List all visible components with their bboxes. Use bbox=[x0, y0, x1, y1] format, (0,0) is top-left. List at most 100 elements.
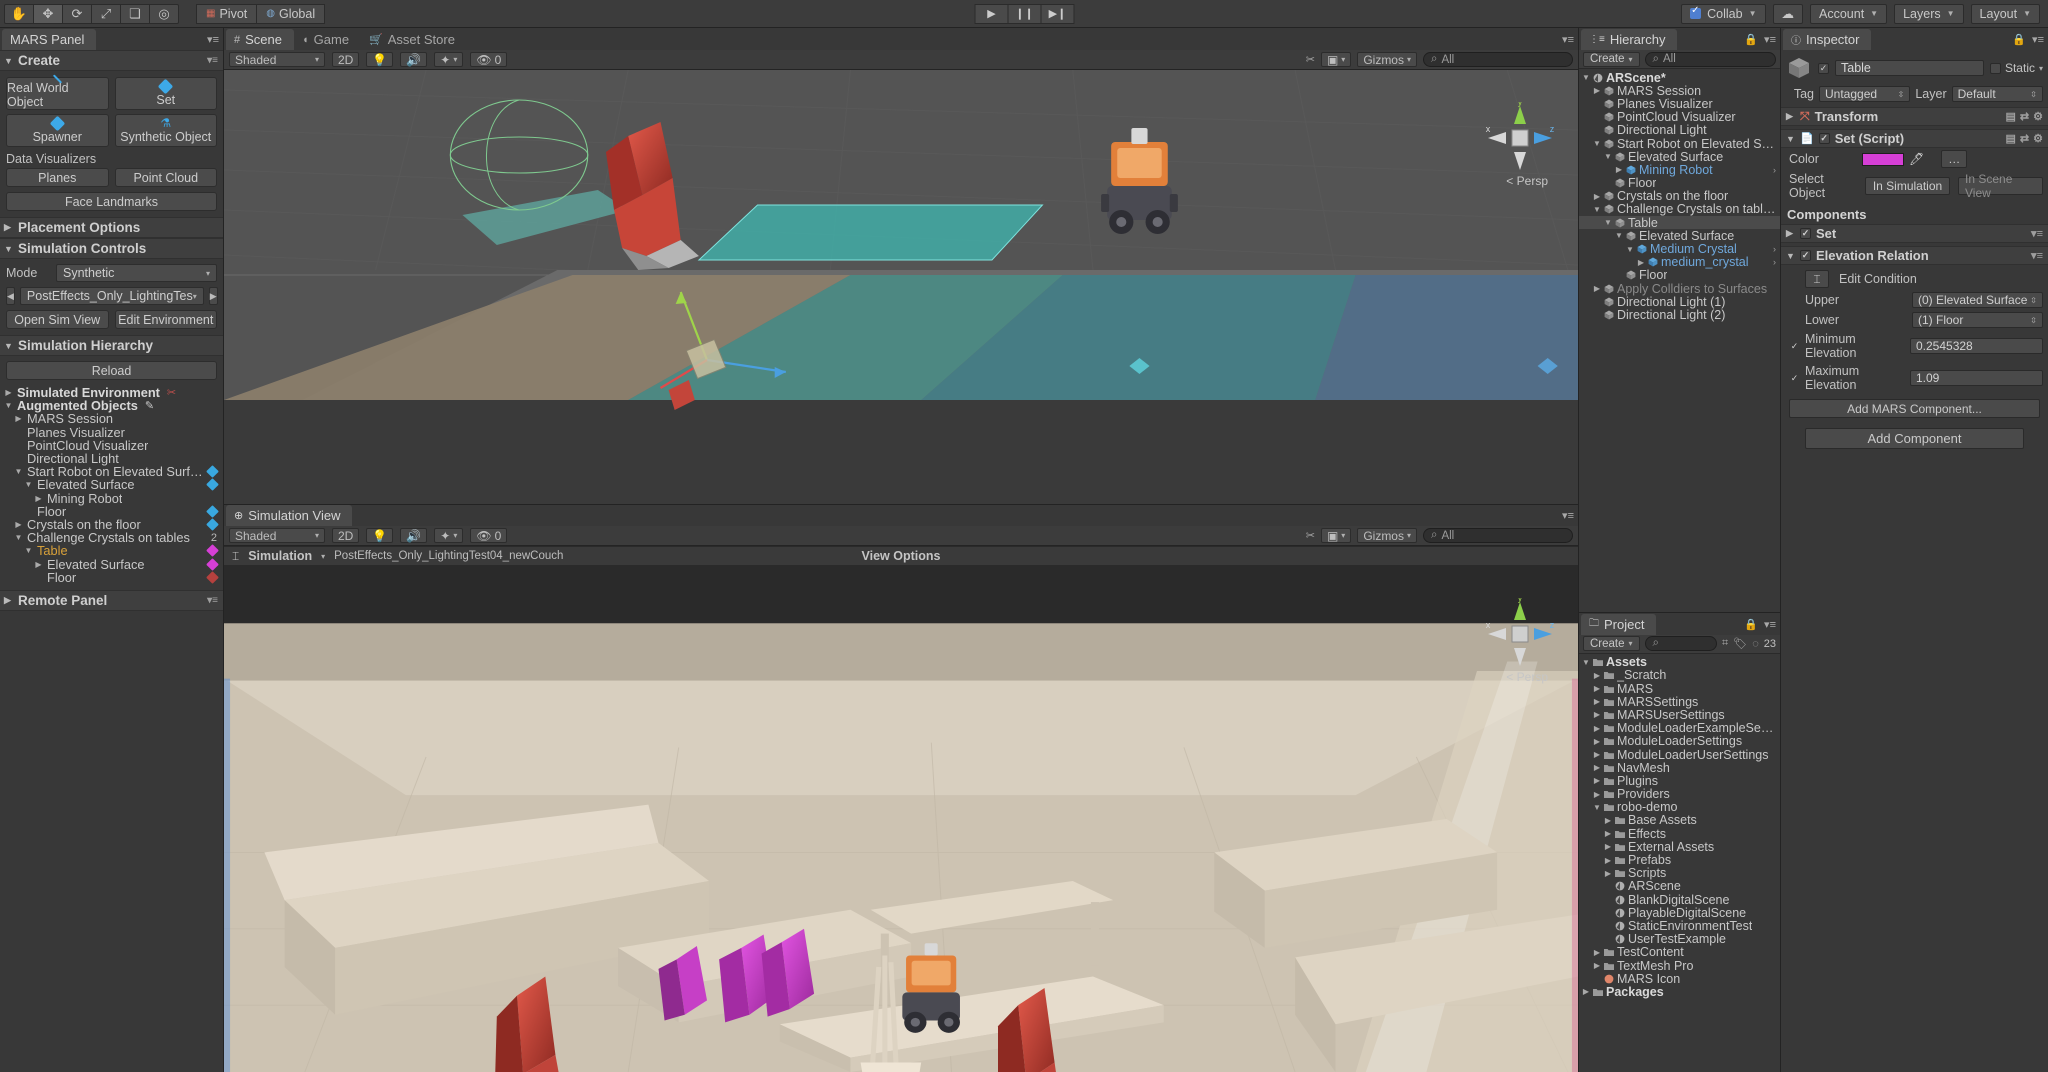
minimum-elevation-field[interactable]: 0.2545328 bbox=[1910, 338, 2043, 354]
object-enabled-checkbox[interactable]: ✓ bbox=[1818, 63, 1829, 74]
chevron-down-icon[interactable]: ▼ bbox=[1582, 73, 1590, 82]
hierarchy-item[interactable]: ▼Start Robot on Elevated Surface bbox=[1579, 137, 1780, 150]
chevron-right-icon[interactable]: ▶ bbox=[1582, 987, 1590, 996]
edit-environment-icon[interactable]: ✂ bbox=[167, 386, 176, 399]
effects-dropdown-button[interactable]: ✦ ▾ bbox=[434, 52, 463, 67]
project-item[interactable]: ▶NavMesh bbox=[1579, 761, 1780, 774]
chevron-right-icon[interactable]: ▶ bbox=[1604, 856, 1612, 865]
tab-inspector[interactable]: ⓘ Inspector bbox=[1783, 29, 1871, 50]
view-options-label[interactable]: View Options bbox=[862, 549, 941, 563]
mode-dropdown[interactable]: Synthetic ▾ bbox=[56, 264, 217, 282]
project-search-input[interactable]: ⌕ bbox=[1645, 636, 1717, 651]
simulation-search-input[interactable]: ⌕ All bbox=[1423, 528, 1573, 543]
layers-button[interactable]: Layers ▼ bbox=[1894, 4, 1963, 24]
simulation-view-axis-gizmo[interactable]: y z x bbox=[1484, 598, 1556, 670]
simulation-hierarchy-foldout[interactable]: ▼ Simulation Hierarchy bbox=[0, 335, 223, 356]
synthetic-object-button[interactable]: ⚗ Synthetic Object bbox=[115, 114, 218, 147]
chevron-right-icon[interactable]: ▶ bbox=[14, 414, 23, 423]
sim-tree-item[interactable]: ▼Table bbox=[0, 544, 223, 557]
chevron-down-icon[interactable]: ▼ bbox=[24, 546, 33, 555]
open-prefab-icon[interactable]: › bbox=[1773, 165, 1776, 175]
rotate-tool-icon[interactable]: ⟳ bbox=[62, 4, 92, 24]
hierarchy-item[interactable]: ▶Mining Robot› bbox=[1579, 163, 1780, 176]
project-item[interactable]: ▶MARSUserSettings bbox=[1579, 708, 1780, 721]
elevation-tool-icon[interactable]: ⌶ bbox=[232, 549, 239, 564]
chevron-right-icon[interactable]: ▶ bbox=[1593, 763, 1601, 772]
sim-tree-item[interactable]: Directional Light bbox=[0, 452, 223, 465]
filter-by-type-icon[interactable]: ⌗ bbox=[1722, 637, 1728, 650]
open-sim-view-button[interactable]: Open Sim View bbox=[6, 310, 109, 329]
transform-component-header[interactable]: ▶ ⤧ Transform ▤ ⇄ ⚙ bbox=[1781, 107, 2048, 126]
pencil-icon[interactable]: ✎ bbox=[145, 399, 154, 412]
project-item[interactable]: ▶TextMesh Pro bbox=[1579, 959, 1780, 972]
sim-tree-item[interactable]: ▶Mining Robot bbox=[0, 492, 223, 505]
project-item[interactable]: UserTestExample bbox=[1579, 933, 1780, 946]
next-environment-button[interactable]: ▶ bbox=[209, 287, 218, 305]
chevron-right-icon[interactable]: ▶ bbox=[1637, 258, 1645, 267]
project-item[interactable]: ▶TestContent bbox=[1579, 946, 1780, 959]
chevron-down-icon[interactable]: ▼ bbox=[24, 480, 33, 489]
static-checkbox[interactable] bbox=[1990, 63, 2001, 74]
hierarchy-item[interactable]: Floor bbox=[1579, 269, 1780, 282]
hierarchy-item[interactable]: Floor bbox=[1579, 177, 1780, 190]
chevron-down-icon[interactable]: ▼ bbox=[1593, 803, 1601, 812]
create-options-icon[interactable]: ▾≡ bbox=[207, 55, 218, 66]
panel-options-icon[interactable]: ▾≡ bbox=[1562, 33, 1574, 46]
project-item[interactable]: ▶Plugins bbox=[1579, 774, 1780, 787]
tab-asset-store[interactable]: 🛒 Asset Store bbox=[361, 29, 467, 50]
scale-tool-icon[interactable]: ⤢ bbox=[91, 4, 121, 24]
real-world-object-button[interactable]: Real World Object bbox=[6, 77, 109, 110]
lock-icon[interactable]: 🔒 bbox=[2012, 33, 2026, 46]
project-item[interactable]: PlayableDigitalScene bbox=[1579, 906, 1780, 919]
tab-scene[interactable]: # Scene bbox=[226, 29, 294, 50]
hand-tool-icon[interactable]: ✋ bbox=[4, 4, 34, 24]
tools-icon[interactable]: ✂ bbox=[1306, 53, 1315, 66]
hierarchy-item[interactable]: PointCloud Visualizer bbox=[1579, 111, 1780, 124]
panel-options-icon[interactable]: ▾≡ bbox=[207, 33, 219, 46]
project-item[interactable]: ▶_Scratch bbox=[1579, 669, 1780, 682]
chevron-right-icon[interactable]: ▶ bbox=[1593, 284, 1601, 293]
account-button[interactable]: Account ▼ bbox=[1810, 4, 1887, 24]
chevron-right-icon[interactable]: ▶ bbox=[1593, 790, 1601, 799]
panel-options-icon[interactable]: ▾≡ bbox=[1764, 33, 1776, 46]
sim-2d-toggle-button[interactable]: 2D bbox=[332, 528, 359, 543]
upper-dropdown[interactable]: (0) Elevated Surface ⇳ bbox=[1912, 292, 2043, 308]
chevron-right-icon[interactable]: ▶ bbox=[1593, 710, 1601, 719]
color-more-button[interactable]: … bbox=[1941, 150, 1967, 168]
sim-tree-item[interactable]: Planes Visualizer bbox=[0, 426, 223, 439]
tools-icon[interactable]: ✂ bbox=[1306, 529, 1315, 542]
project-item[interactable]: ▶Prefabs bbox=[1579, 853, 1780, 866]
preset-icon[interactable]: ⇄ bbox=[2020, 110, 2029, 123]
tab-simulation-view[interactable]: ⊕ Simulation View bbox=[226, 505, 352, 526]
chevron-down-icon[interactable]: ▾ bbox=[321, 552, 325, 561]
transform-tool-icon[interactable]: ◎ bbox=[149, 4, 179, 24]
global-button[interactable]: ◍ Global bbox=[256, 4, 325, 24]
collab-status-icon[interactable]: ◌ bbox=[1752, 638, 1759, 650]
object-name-field[interactable]: Table bbox=[1835, 60, 1984, 76]
sim-camera-settings-button[interactable]: ▣ ▾ bbox=[1321, 528, 1351, 543]
chevron-down-icon[interactable]: ▼ bbox=[1593, 139, 1601, 148]
minimum-elevation-checkbox[interactable]: ✓ bbox=[1789, 341, 1800, 352]
chevron-right-icon[interactable]: ▶ bbox=[1593, 961, 1601, 970]
sim-hidden-objects-button[interactable]: 👁 0 bbox=[470, 528, 507, 543]
placement-options-foldout[interactable]: ▶ Placement Options bbox=[0, 217, 223, 238]
2d-toggle-button[interactable]: 2D bbox=[332, 52, 359, 67]
create-foldout-header[interactable]: ▼ Create ▾≡ bbox=[0, 50, 223, 71]
layout-button[interactable]: Layout ▼ bbox=[1971, 4, 2040, 24]
sim-audio-toggle-button[interactable]: 🔊 bbox=[400, 528, 427, 543]
project-item[interactable]: ▼Assets bbox=[1579, 656, 1780, 669]
add-component-button[interactable]: Add Component bbox=[1805, 428, 2024, 449]
chevron-right-icon[interactable]: ▶ bbox=[1593, 697, 1601, 706]
hierarchy-create-button[interactable]: Create ▾ bbox=[1583, 52, 1640, 67]
chevron-down-icon[interactable]: ▼ bbox=[1604, 218, 1612, 227]
project-item[interactable]: ▶MARSSettings bbox=[1579, 695, 1780, 708]
set-script-enabled-checkbox[interactable]: ✓ bbox=[1819, 133, 1830, 144]
collab-button[interactable]: Collab ▼ bbox=[1681, 4, 1765, 24]
hierarchy-search-input[interactable]: ⌕ All bbox=[1645, 52, 1776, 67]
project-item[interactable]: ARScene bbox=[1579, 880, 1780, 893]
sim-gizmos-dropdown-button[interactable]: Gizmos ▾ bbox=[1357, 528, 1417, 543]
project-item[interactable]: ▶ModuleLoaderUserSettings bbox=[1579, 748, 1780, 761]
remote-panel-foldout[interactable]: ▶ Remote Panel ▾≡ bbox=[0, 590, 223, 611]
environment-dropdown[interactable]: PostEffects_Only_LightingTes ▾ bbox=[20, 287, 204, 305]
hierarchy-item[interactable]: ▶Crystals on the floor bbox=[1579, 190, 1780, 203]
